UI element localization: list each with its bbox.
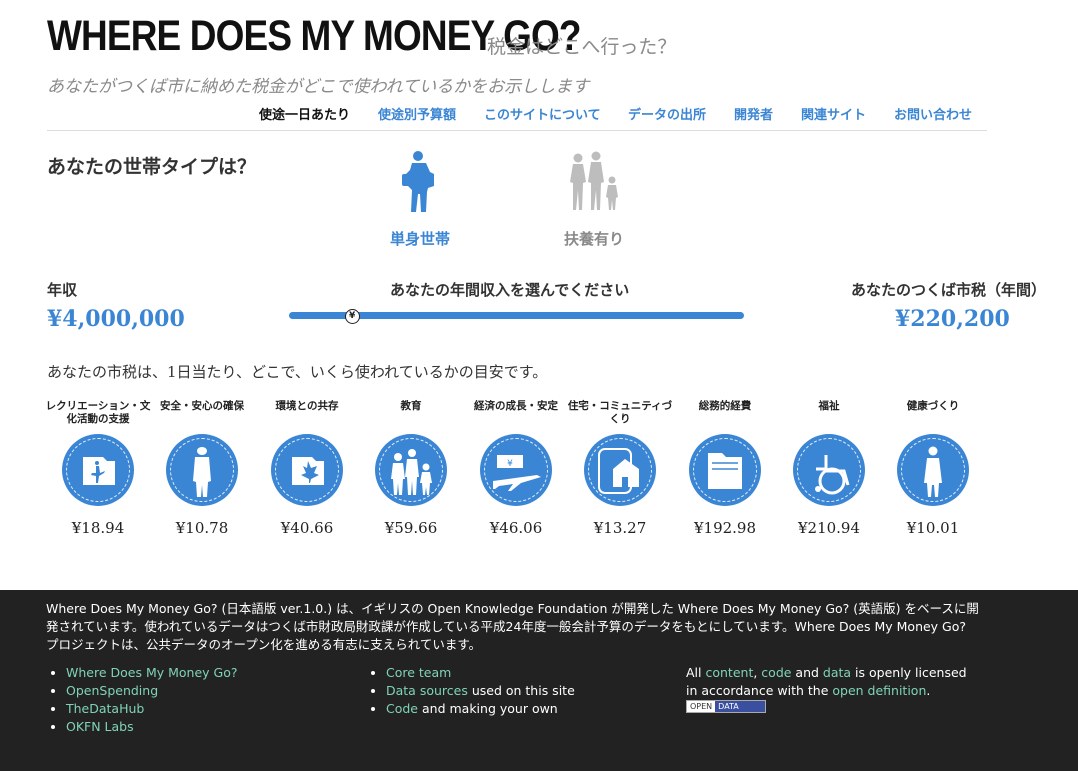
school-family-icon: [376, 435, 446, 505]
badge-right: DATA: [715, 701, 765, 712]
license-link-data[interactable]: data: [823, 665, 851, 680]
badge-left: OPEN: [687, 701, 716, 712]
category-recreation[interactable]: レクリエーション・文化活動の支援 ¥18.94: [43, 400, 153, 537]
license-link-open-definition[interactable]: open definition: [832, 683, 926, 698]
category-label: 福祉: [818, 400, 840, 412]
category-housing[interactable]: 住宅・コミュニティづくり ¥13.27: [565, 400, 675, 537]
footer-links-team: Core team Data sources used on this site…: [366, 664, 575, 718]
category-amount: ¥18.94: [71, 519, 125, 537]
footer-links-projects: Where Does My Money Go? OpenSpending The…: [46, 664, 238, 736]
category-economy[interactable]: 経済の成長・安定 ¥ ¥46.06: [461, 400, 571, 537]
category-label: 環境との共存: [275, 400, 339, 412]
footer-link-okfn-labs[interactable]: OKFN Labs: [66, 719, 134, 734]
single-person-icon: [402, 151, 434, 212]
wheelchair-icon: [794, 435, 864, 505]
svg-text:¥: ¥: [507, 459, 513, 469]
footer: Where Does My Money Go? (日本語版 ver.1.0.) …: [0, 590, 1078, 771]
nav-daily-usage[interactable]: 使途一日あたり: [259, 104, 350, 123]
category-amount: ¥13.27: [593, 519, 647, 537]
footer-description: Where Does My Money Go? (日本語版 ver.1.0.) …: [46, 601, 979, 652]
license-link-code[interactable]: code: [761, 665, 791, 680]
footer-license: All content, code and data is openly lic…: [686, 664, 976, 700]
category-amount: ¥40.66: [280, 519, 334, 537]
category-label: 総務的経費: [698, 400, 752, 412]
nav-about[interactable]: このサイトについて: [484, 104, 601, 123]
house-icon: [585, 435, 655, 505]
income-slider-thumb[interactable]: ¥: [344, 309, 360, 324]
tax-value: ¥220,200: [895, 306, 1010, 332]
category-welfare[interactable]: 福祉 ¥210.94: [774, 400, 884, 537]
category-label: 健康づくり: [906, 400, 960, 412]
nurse-icon: [898, 435, 968, 505]
category-amount: ¥10.01: [906, 519, 960, 537]
site-subtitle: 税金はどこへ行った？: [487, 36, 677, 58]
footer-link-code[interactable]: Code: [386, 701, 418, 716]
footer-link-core-team[interactable]: Core team: [386, 665, 451, 680]
household-option-single-label: 単身世帯: [389, 230, 450, 248]
slider-prompt: あなたの年間収入を選んでください: [390, 281, 630, 299]
category-amount: ¥192.98: [693, 519, 757, 537]
open-data-badge[interactable]: OPEN DATA: [686, 700, 766, 713]
footer-link-openspending[interactable]: OpenSpending: [66, 683, 158, 698]
license-text: .: [926, 683, 931, 698]
leaf-icon: [272, 435, 342, 505]
category-label: 経済の成長・安定: [474, 400, 558, 412]
category-education[interactable]: 教育 ¥59.66: [356, 400, 466, 537]
usage-sentence: あなたの市税は、1日当たり、どこで、いくら使われているかの目安です。: [47, 363, 548, 381]
category-amount: ¥10.78: [175, 519, 229, 537]
category-health[interactable]: 健康づくり ¥10.01: [878, 400, 988, 537]
category-label: 住宅・コミュニティづくり: [567, 400, 673, 425]
category-label: 安全・安心の確保: [160, 400, 244, 412]
footer-link-data-sources[interactable]: Data sources: [386, 683, 468, 698]
site-tagline: あなたがつくば市に納めた税金がどこで使われているかをお示しします: [47, 77, 590, 97]
footer-link-thedatahub[interactable]: TheDataHub: [66, 701, 144, 716]
folder-icon: [690, 435, 760, 505]
nav-related-sites[interactable]: 関連サイト: [801, 104, 866, 123]
nav-contact[interactable]: お問い合わせ: [894, 104, 972, 123]
license-text: and: [791, 665, 823, 680]
main-nav: 使途一日あたり 使途別予算額 このサイトについて データの出所 開発者 関連サイ…: [47, 104, 987, 131]
household-option-single[interactable]: 単身世帯: [360, 150, 480, 249]
household-question: あなたの世帯タイプは？: [47, 156, 257, 178]
category-label: 教育: [400, 400, 422, 412]
footer-text: used on this site: [467, 683, 575, 698]
category-general-affairs[interactable]: 総務的経費 ¥192.98: [670, 400, 780, 537]
nav-data-source[interactable]: データの出所: [628, 104, 706, 123]
footer-text: and making your own: [418, 701, 558, 716]
category-safety[interactable]: 安全・安心の確保 ¥10.78: [147, 400, 257, 537]
category-amount: ¥46.06: [489, 519, 543, 537]
family-icon: [570, 151, 618, 210]
nav-developers[interactable]: 開発者: [734, 104, 773, 123]
category-label: レクリエーション・文化活動の支援: [45, 400, 151, 425]
category-amount: ¥210.94: [797, 519, 861, 537]
category-amount: ¥59.66: [384, 519, 438, 537]
money-airplane-icon: ¥: [481, 435, 551, 505]
income-value: ¥4,000,000: [47, 306, 185, 332]
income-label: 年収: [47, 281, 78, 299]
license-link-content[interactable]: content: [705, 665, 753, 680]
ballet-icon: [63, 435, 133, 505]
footer-link-wdmmg[interactable]: Where Does My Money Go?: [66, 665, 238, 680]
nav-budget-by-use[interactable]: 使途別予算額: [378, 104, 456, 123]
license-text: All: [686, 665, 706, 680]
household-option-family-label: 扶養有り: [563, 230, 624, 248]
household-option-family[interactable]: 扶養有り: [534, 150, 654, 249]
police-icon: [167, 435, 237, 505]
category-environment[interactable]: 環境との共存 ¥40.66: [252, 400, 362, 537]
tax-label: あなたのつくば市税（年間）: [851, 281, 1047, 299]
